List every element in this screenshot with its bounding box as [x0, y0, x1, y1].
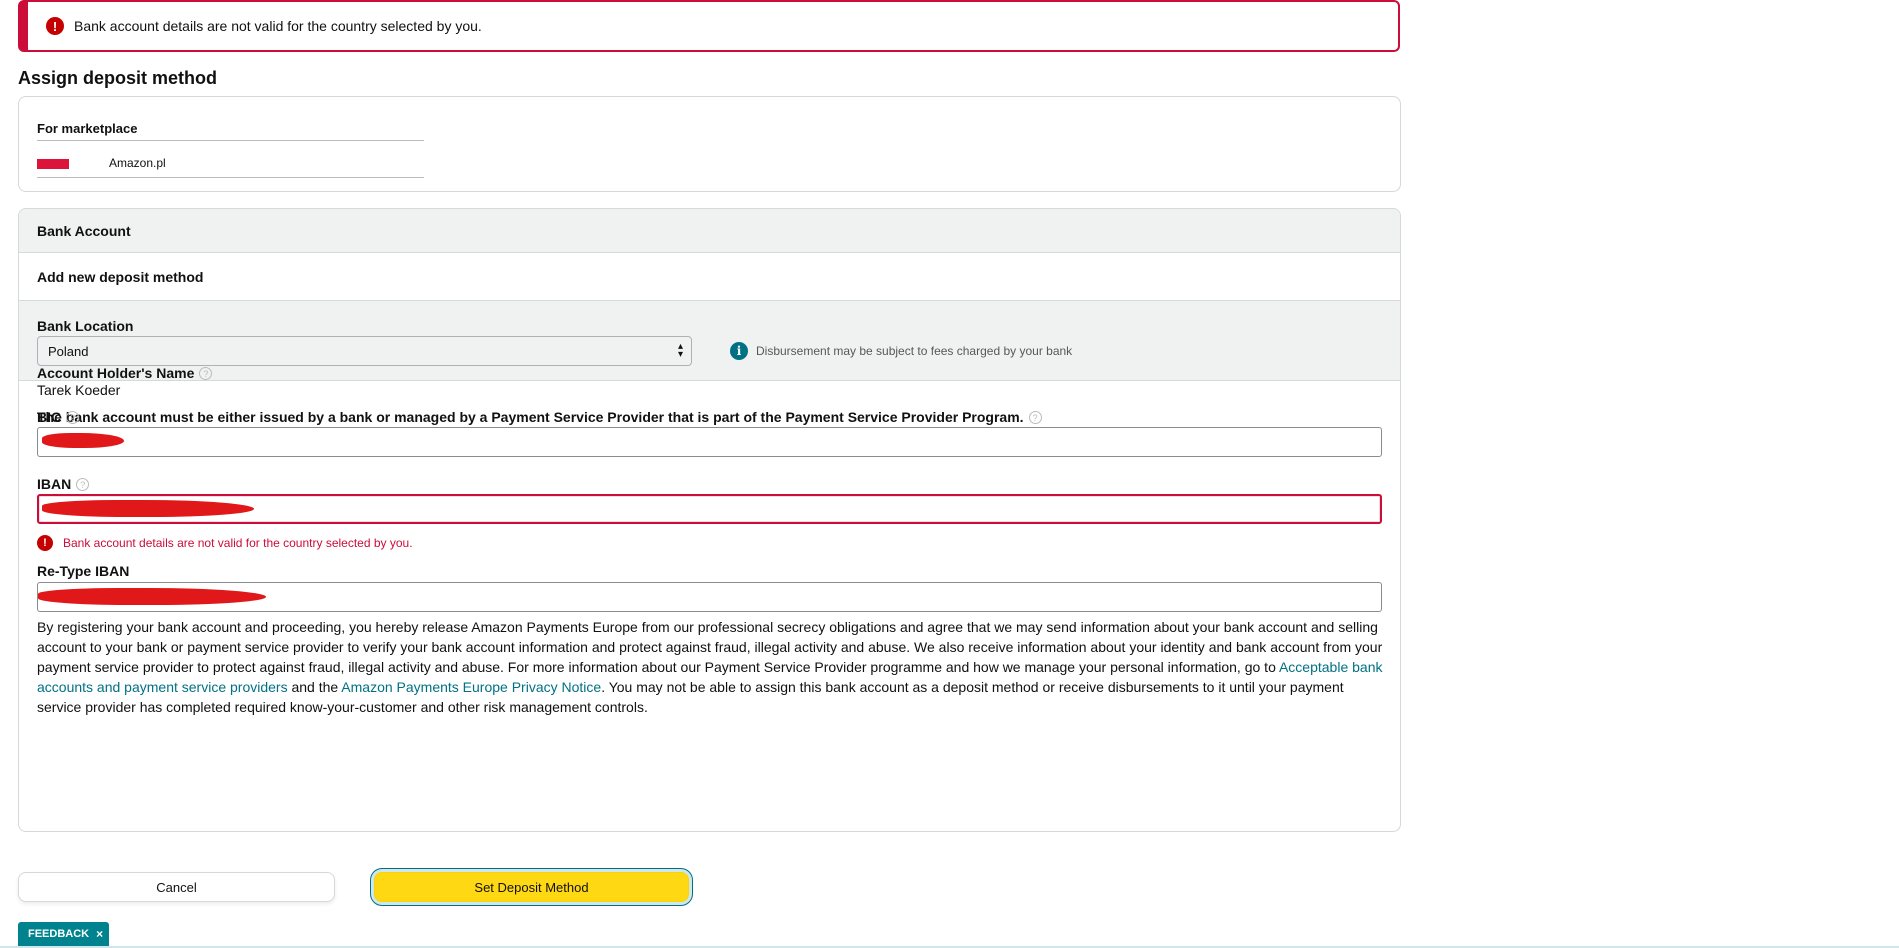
divider [37, 140, 424, 141]
help-icon[interactable]: ? [1028, 411, 1042, 424]
account-holder-value: Tarek Koeder [37, 382, 121, 398]
bank-account-header: Bank Account [19, 209, 1400, 253]
marketplace-value: Amazon.pl [109, 156, 166, 170]
bic-label: BIC? [37, 409, 80, 425]
psp-notice-text: The bank account must be either issued b… [37, 409, 1024, 425]
feedback-label: FEEDBACK [28, 928, 90, 940]
bank-location-select[interactable]: Poland ▴ ▾ [37, 336, 692, 366]
redaction-mark [42, 500, 254, 517]
account-holder-label-text: Account Holder's Name [37, 365, 195, 381]
iban-error: ! Bank account details are not valid for… [37, 535, 413, 551]
iban-input[interactable] [37, 494, 1382, 524]
help-icon[interactable]: ? [76, 478, 90, 491]
bic-label-text: BIC [37, 409, 62, 425]
privacy-notice-link[interactable]: Amazon Payments Europe Privacy Notice [341, 679, 601, 695]
bank-location-selected: Poland [48, 343, 89, 359]
help-icon[interactable]: ? [66, 411, 80, 424]
info-icon: i [730, 342, 748, 360]
legal-text-1: By registering your bank account and pro… [37, 619, 1383, 675]
set-deposit-method-button[interactable]: Set Deposit Method [374, 872, 689, 902]
account-holder-label: Account Holder's Name? [37, 365, 213, 381]
alert-message: Bank account details are not valid for t… [74, 18, 482, 34]
page-title: Assign deposit method [18, 68, 218, 88]
close-icon[interactable]: × [96, 927, 103, 941]
select-arrows-icon: ▴ ▾ [677, 341, 683, 360]
help-icon[interactable]: ? [199, 367, 213, 380]
bic-input[interactable] [37, 427, 1382, 457]
retype-iban-input[interactable] [37, 582, 1382, 612]
legal-disclaimer: By registering your bank account and pro… [37, 617, 1387, 717]
bank-location-section: Bank Location Poland ▴ ▾ i Disbursement m… [19, 301, 1400, 381]
legal-text-2: and the [287, 679, 342, 695]
divider [37, 177, 424, 178]
iban-error-text: Bank account details are not valid for t… [63, 536, 413, 550]
error-icon: ! [46, 17, 64, 35]
poland-flag-icon [37, 159, 69, 169]
cancel-button[interactable]: Cancel [18, 872, 335, 902]
error-icon: ! [37, 535, 53, 551]
add-new-deposit-method[interactable]: Add new deposit method [19, 253, 1400, 301]
bank-account-card: Bank Account Add new deposit method Bank… [18, 208, 1401, 832]
iban-label: IBAN? [37, 476, 90, 492]
redaction-mark [42, 433, 124, 448]
bank-location-label: Bank Location [37, 318, 134, 334]
feedback-tab[interactable]: FEEDBACK × [18, 922, 110, 946]
marketplace-label: For marketplace [37, 121, 138, 136]
redaction-mark [38, 588, 266, 605]
disbursement-info-text: Disbursement may be subject to fees char… [756, 344, 1073, 358]
marketplace-card: For marketplace Amazon.pl [18, 96, 1401, 192]
psp-notice: The bank account must be either issued b… [37, 409, 1042, 425]
error-alert: ! Bank account details are not valid for… [18, 0, 1400, 52]
iban-label-text: IBAN [37, 476, 72, 492]
retype-iban-label: Re-Type IBAN [37, 563, 130, 579]
